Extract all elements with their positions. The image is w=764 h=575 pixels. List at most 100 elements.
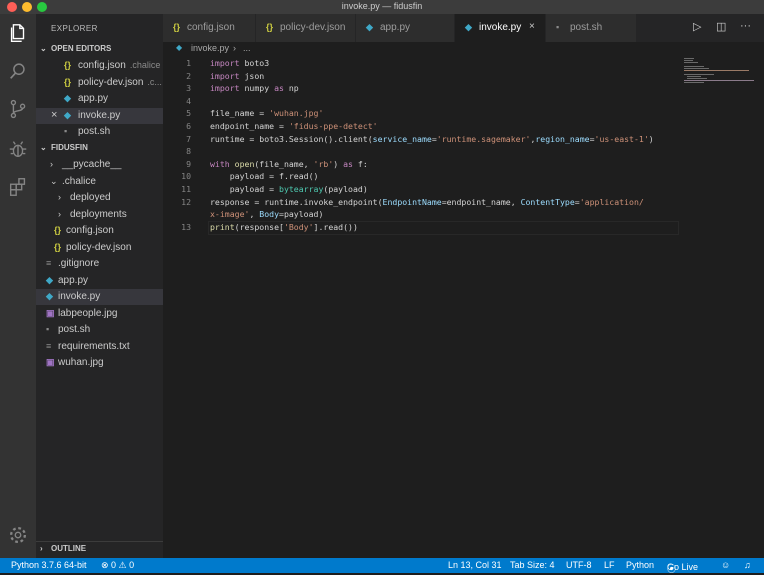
feedback-icon[interactable]: ☺ bbox=[721, 560, 730, 570]
search-icon[interactable] bbox=[7, 60, 29, 82]
tree-item-name: invoke.py bbox=[58, 291, 101, 302]
tab-app-py[interactable]: ◆ app.py bbox=[356, 14, 455, 42]
breadcrumb-file[interactable]: invoke.py bbox=[191, 43, 229, 53]
tree-item[interactable]: ≡ .gitignore bbox=[36, 256, 163, 272]
code-editor[interactable]: 1 import boto3 2 import json 3 import numpy a… bbox=[163, 56, 764, 558]
code-line: 11 payload = bytearray(payload) bbox=[163, 184, 673, 196]
code-token: file_name = bbox=[210, 108, 270, 119]
open-editor-name: policy-dev.json .c... bbox=[78, 77, 162, 88]
code-token: import bbox=[210, 70, 240, 81]
tab-label: policy-dev.json bbox=[280, 22, 346, 33]
source-control-icon[interactable] bbox=[7, 98, 29, 120]
extensions-icon[interactable] bbox=[7, 176, 29, 198]
code-token: , bbox=[249, 209, 260, 220]
file-type-icon: {} bbox=[54, 241, 62, 252]
problems-indicator[interactable]: ⊗ 0 ⚠ 0 bbox=[101, 560, 134, 571]
open-editor-item[interactable]: {} config.json .chalice bbox=[36, 58, 163, 74]
tree-item[interactable]: {} policy-dev.json bbox=[36, 240, 163, 256]
chevron-down-icon: ⌄ bbox=[40, 143, 47, 152]
tab-size[interactable]: Tab Size: 4 bbox=[510, 560, 555, 570]
open-editor-item[interactable]: × ◆ invoke.py bbox=[36, 107, 163, 124]
debug-icon[interactable] bbox=[7, 138, 29, 160]
open-editor-item[interactable]: {} policy-dev.json .c... bbox=[36, 75, 163, 91]
code-line: 2 import json bbox=[163, 71, 673, 83]
open-editors-header[interactable]: ⌄ OPEN EDITORS bbox=[36, 42, 163, 56]
notifications-bell-icon[interactable]: ♫ bbox=[744, 560, 751, 570]
tree-item[interactable]: › deployed bbox=[36, 190, 163, 206]
tree-item[interactable]: ◆ app.py bbox=[36, 273, 163, 289]
code-token: x-image' bbox=[210, 209, 250, 220]
go-live-label: Go Live bbox=[667, 562, 699, 572]
encoding[interactable]: UTF-8 bbox=[566, 560, 592, 570]
code-text: payload = f.read() bbox=[210, 171, 319, 181]
line-ending[interactable]: LF bbox=[604, 560, 615, 570]
tree-item[interactable]: ≡ requirements.txt bbox=[36, 339, 163, 355]
open-editor-name: app.py bbox=[78, 93, 112, 104]
tree-item[interactable]: ◆ invoke.py bbox=[36, 289, 163, 305]
code-token: bytearray bbox=[279, 184, 324, 194]
run-icon[interactable]: ▷ bbox=[693, 20, 701, 33]
code-line: 13 print(response['Body'].read()) bbox=[163, 220, 679, 235]
outline-header[interactable]: › OUTLINE bbox=[36, 541, 163, 556]
cursor-position[interactable]: Ln 13, Col 31 bbox=[448, 560, 502, 570]
tab-config-json[interactable]: {} config.json bbox=[163, 14, 256, 42]
tree-item-name: post.sh bbox=[58, 324, 91, 335]
code-token: =payload) bbox=[279, 209, 324, 220]
tab-invoke-py[interactable]: ◆ invoke.py × bbox=[455, 14, 546, 42]
code-token: (file_name, bbox=[254, 158, 314, 169]
line-number: 5 bbox=[186, 108, 191, 119]
project-header[interactable]: ⌄ FIDUSFIN bbox=[36, 141, 163, 155]
line-number: 6 bbox=[186, 121, 191, 131]
code-text: import boto3 bbox=[210, 58, 269, 68]
file-type-icon: {} bbox=[173, 22, 181, 32]
code-token: np bbox=[283, 83, 299, 94]
vertical-scrollbar[interactable] bbox=[756, 56, 764, 558]
tree-item[interactable]: › deployments bbox=[36, 207, 163, 223]
line-number: 13 bbox=[181, 221, 191, 232]
explorer-icon[interactable] bbox=[7, 22, 29, 44]
tree-item[interactable]: › __pycache__ bbox=[36, 157, 163, 173]
tab-post-sh[interactable]: ▪ post.sh bbox=[546, 14, 637, 42]
tree-item[interactable]: ▣ wuhan.jpg bbox=[36, 355, 163, 371]
code-token: service_name bbox=[372, 133, 432, 144]
tree-item[interactable]: {} config.json bbox=[36, 223, 163, 239]
close-icon[interactable]: × bbox=[51, 109, 57, 121]
file-type-icon: ◆ bbox=[46, 274, 53, 285]
language-mode[interactable]: Python bbox=[626, 560, 654, 570]
open-editor-item[interactable]: ◆ app.py bbox=[36, 91, 163, 107]
split-editor-icon[interactable]: ◫ bbox=[716, 20, 726, 33]
file-type-icon: {} bbox=[64, 76, 72, 87]
code-token: import bbox=[210, 58, 240, 68]
tree-item[interactable]: ▣ labpeople.jpg bbox=[36, 306, 163, 322]
tree-item-name: app.py bbox=[58, 274, 89, 286]
tree-item[interactable]: ⌄ .chalice bbox=[36, 174, 163, 190]
minimap[interactable] bbox=[681, 56, 756, 86]
open-editor-item[interactable]: ▪ post.sh bbox=[36, 124, 163, 140]
chevron-down-icon: ⌄ bbox=[50, 175, 58, 186]
python-interpreter[interactable]: Python 3.7.6 64-bit bbox=[11, 560, 87, 570]
code-token: ContentType bbox=[520, 196, 575, 207]
tab-policy-dev-json[interactable]: {} policy-dev.json bbox=[256, 14, 356, 42]
tree-item-name: config.json bbox=[66, 225, 114, 236]
code-text: x-image', Body=payload) bbox=[210, 209, 323, 219]
code-text: runtime = boto3.Session().client(service… bbox=[210, 134, 654, 144]
file-name: policy-dev.json bbox=[78, 76, 144, 88]
tree-item-name: .gitignore bbox=[58, 258, 100, 269]
code-token: 'fidus-ppe-detect' bbox=[288, 121, 378, 131]
code-token: numpy bbox=[239, 83, 275, 94]
code-token: open bbox=[234, 158, 255, 169]
close-tab-icon[interactable]: × bbox=[529, 21, 535, 32]
more-actions-icon[interactable]: ··· bbox=[740, 20, 751, 32]
explorer-title: EXPLORER bbox=[51, 24, 98, 33]
line-number: 4 bbox=[186, 95, 191, 106]
tree-item[interactable]: ▪ post.sh bbox=[36, 322, 163, 338]
settings-gear-icon[interactable] bbox=[7, 524, 29, 546]
code-token: import bbox=[210, 83, 240, 94]
breadcrumb: ◆ invoke.py › ... bbox=[163, 42, 764, 56]
code-text: print(response['Body'].read()) bbox=[210, 222, 358, 232]
file-type-icon: ◆ bbox=[465, 22, 472, 32]
explorer-sidebar: EXPLORER ⌄ OPEN EDITORS {} config.json .ch… bbox=[36, 14, 163, 558]
code-token: 'rb' bbox=[313, 158, 334, 169]
line-number: 12 bbox=[181, 196, 191, 207]
breadcrumb-rest[interactable]: ... bbox=[243, 43, 251, 53]
